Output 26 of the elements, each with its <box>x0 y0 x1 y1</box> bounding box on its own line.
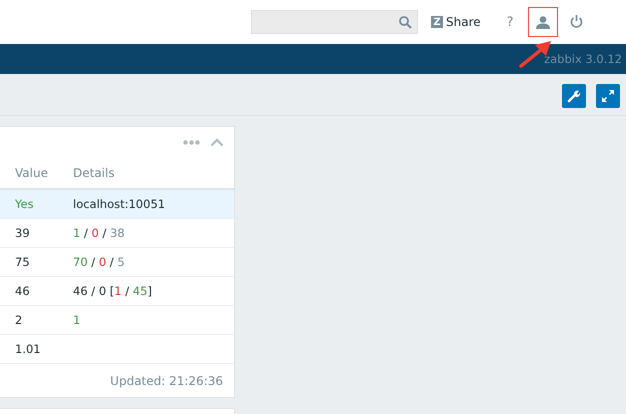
details-cell: 46 / 0 [1 / 45] <box>73 277 234 306</box>
search-icon <box>399 16 412 28</box>
value-cell: 1.01 <box>0 335 73 364</box>
value-cell: 75 <box>0 248 73 277</box>
expand-icon <box>601 89 615 103</box>
profile-button[interactable] <box>528 7 558 37</box>
value-cell: 39 <box>0 219 73 248</box>
details-cell: localhost:10051 <box>73 190 234 219</box>
details-cell: 1 / 0 / 38 <box>73 219 234 248</box>
wrench-icon <box>567 89 581 103</box>
power-icon[interactable] <box>570 14 583 28</box>
value-cell: 2 <box>0 306 73 335</box>
value-cell: Yes <box>0 190 73 219</box>
value-cell: 46 <box>0 277 73 306</box>
share-logo: Z <box>431 16 443 28</box>
search-field[interactable] <box>251 10 418 34</box>
more-icon[interactable] <box>183 140 200 144</box>
share-link[interactable]: Z Share <box>431 15 481 29</box>
collapse-icon[interactable] <box>210 138 224 146</box>
details-cell: 1 <box>73 306 234 335</box>
updated-time: Updated: 21:26:36 <box>110 374 223 388</box>
fullscreen-button[interactable] <box>596 84 620 108</box>
details-cell: 70 / 0 / 5 <box>73 248 234 277</box>
edit-dashboard-button[interactable] <box>562 84 586 108</box>
user-icon <box>536 16 550 28</box>
version-label: zabbix 3.0.12 <box>544 52 622 68</box>
